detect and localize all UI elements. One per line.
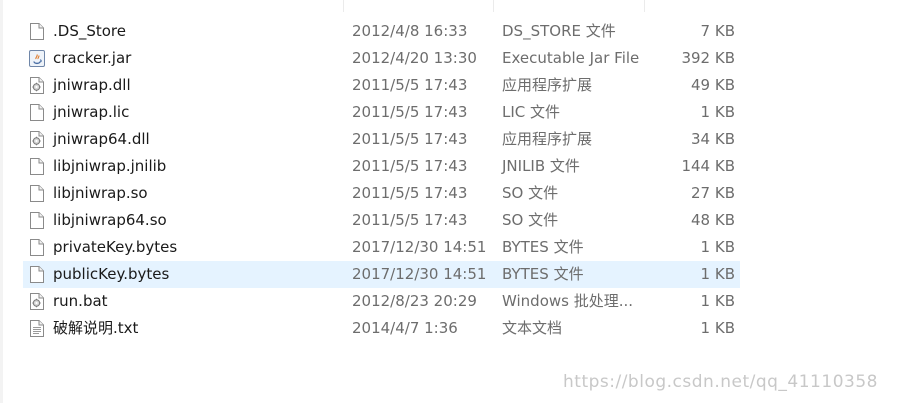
blank-file-icon (28, 265, 46, 284)
file-type: SO 文件 (502, 184, 559, 202)
column-divider-date[interactable] (343, 0, 344, 12)
file-type: 应用程序扩展 (502, 76, 593, 94)
text-file-icon (28, 319, 46, 338)
file-name: privateKey.bytes (53, 238, 178, 256)
file-date-modified: 2011/5/5 17:43 (352, 130, 468, 148)
file-date-modified: 2012/4/8 16:33 (352, 22, 468, 40)
file-name: jniwrap.lic (53, 103, 130, 121)
file-type: 应用程序扩展 (502, 130, 593, 148)
blank-file-icon (28, 184, 46, 203)
file-row[interactable]: jniwrap64.dll 2011/5/5 17:43 应用程序扩展 34 KB (23, 126, 740, 153)
watermark-text: https://blog.csdn.net/qq_41110358 (563, 372, 878, 392)
file-row[interactable]: jniwrap.lic 2011/5/5 17:43 LIC 文件 1 KB (23, 99, 740, 126)
file-date-modified: 2011/5/5 17:43 (352, 103, 468, 121)
blank-file-icon (28, 103, 46, 122)
file-name: libjniwrap.so (53, 184, 148, 202)
column-divider-size[interactable] (644, 0, 645, 12)
blank-file-icon (28, 22, 46, 41)
java-jar-icon (28, 49, 46, 68)
file-date-modified: 2011/5/5 17:43 (352, 211, 468, 229)
file-type: BYTES 文件 (502, 238, 584, 256)
file-name: 破解说明.txt (53, 319, 139, 337)
file-date-modified: 2012/8/23 20:29 (352, 292, 477, 310)
file-size: 7 KB (700, 22, 735, 40)
file-row[interactable]: cracker.jar 2012/4/20 13:30 Executable Jar… (23, 45, 740, 72)
file-row[interactable]: jniwrap.dll 2011/5/5 17:43 应用程序扩展 49 KB (23, 72, 740, 99)
file-size: 1 KB (700, 292, 735, 310)
file-date-modified: 2017/12/30 14:51 (352, 265, 487, 283)
file-row[interactable]: libjniwrap64.so 2011/5/5 17:43 SO 文件 48 KB (23, 207, 740, 234)
file-type: SO 文件 (502, 211, 559, 229)
file-name: .DS_Store (53, 22, 126, 40)
file-type: LIC 文件 (502, 103, 561, 121)
blank-file-icon (28, 157, 46, 176)
blank-file-icon (28, 238, 46, 257)
file-date-modified: 2011/5/5 17:43 (352, 157, 468, 175)
file-name: publicKey.bytes (53, 265, 170, 283)
file-size: 392 KB (681, 49, 735, 67)
file-name: jniwrap64.dll (53, 130, 150, 148)
file-type: Executable Jar File (502, 49, 640, 67)
file-name: cracker.jar (53, 49, 132, 67)
file-date-modified: 2011/5/5 17:43 (352, 76, 468, 94)
file-row[interactable]: libjniwrap.jnilib 2011/5/5 17:43 JNILIB 文件… (23, 153, 740, 180)
file-size: 144 KB (681, 157, 735, 175)
file-row[interactable]: libjniwrap.so 2011/5/5 17:43 SO 文件 27 KB (23, 180, 740, 207)
file-size: 1 KB (700, 319, 735, 337)
file-row[interactable]: 破解说明.txt 2014/4/7 1:36 文本文档 1 KB (23, 315, 740, 342)
file-date-modified: 2014/4/7 1:36 (352, 319, 458, 337)
dll-gear-file-icon (28, 130, 46, 149)
file-row[interactable]: privateKey.bytes 2017/12/30 14:51 BYTES 文件… (23, 234, 740, 261)
batch-gear-file-icon (28, 292, 46, 311)
file-type: 文本文档 (502, 319, 563, 337)
file-type: DS_STORE 文件 (502, 22, 616, 40)
file-date-modified: 2017/12/30 14:51 (352, 238, 487, 256)
file-size: 27 KB (691, 184, 735, 202)
file-row[interactable]: .DS_Store 2012/4/8 16:33 DS_STORE 文件 7 KB (23, 18, 740, 45)
file-name: run.bat (53, 292, 108, 310)
file-name: jniwrap.dll (53, 76, 131, 94)
file-size: 48 KB (691, 211, 735, 229)
column-divider-type[interactable] (493, 0, 494, 12)
dll-gear-file-icon (28, 76, 46, 95)
file-date-modified: 2012/4/20 13:30 (352, 49, 477, 67)
file-type: JNILIB 文件 (502, 157, 580, 175)
blank-file-icon (28, 211, 46, 230)
file-size: 49 KB (691, 76, 735, 94)
file-size: 1 KB (700, 265, 735, 283)
file-row[interactable]: publicKey.bytes 2017/12/30 14:51 BYTES 文件 1… (23, 261, 740, 288)
file-size: 34 KB (691, 130, 735, 148)
file-name: libjniwrap64.so (53, 211, 167, 229)
file-date-modified: 2011/5/5 17:43 (352, 184, 468, 202)
file-size: 1 KB (700, 238, 735, 256)
file-row[interactable]: run.bat 2012/8/23 20:29 Windows 批处理... 1 KB (23, 288, 740, 315)
window-left-edge (0, 0, 3, 403)
file-type: Windows 批处理... (502, 292, 634, 310)
file-name: libjniwrap.jnilib (53, 157, 167, 175)
file-type: BYTES 文件 (502, 265, 584, 283)
file-size: 1 KB (700, 103, 735, 121)
